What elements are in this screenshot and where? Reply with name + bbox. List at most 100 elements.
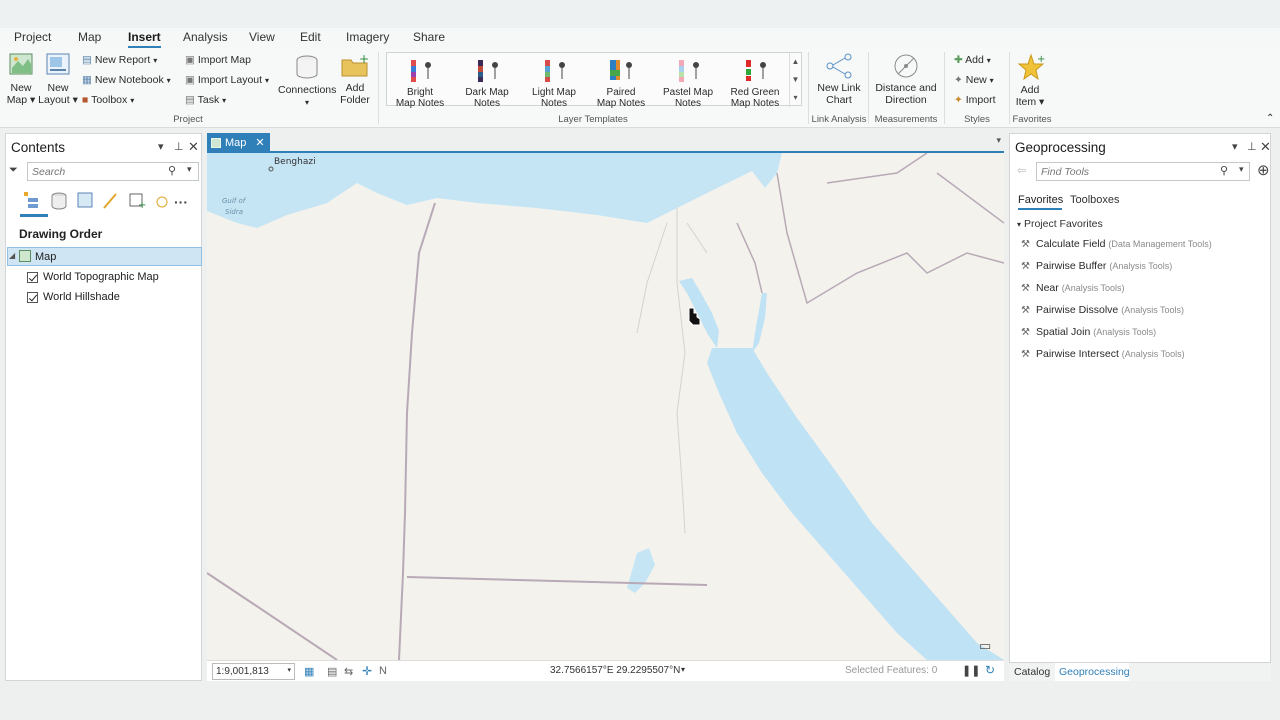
tool-item[interactable]: ⚒ Pairwise Intersect (Analysis Tools) [1021, 348, 1185, 360]
gallery-expand-icon[interactable]: ▾ [790, 89, 801, 107]
refresh-icon[interactable]: ↻ [985, 663, 995, 677]
chevron-down-icon[interactable]: ▾ [187, 164, 192, 175]
search-icon[interactable]: ⚲ [168, 164, 176, 177]
styles-new-button[interactable]: ✦ New ▾ [954, 73, 994, 88]
task-button[interactable]: ▤ Task ▾ [185, 93, 226, 108]
layer-visibility-checkbox[interactable] [27, 291, 38, 303]
map-canvas[interactable]: Benghazi Gulf of Sidra [207, 153, 1004, 660]
tab-share[interactable]: Share [413, 30, 445, 44]
search-icon[interactable]: ⚲ [1220, 164, 1228, 177]
pause-icon[interactable]: ❚❚ [962, 664, 980, 677]
favorites-tab-indicator [1018, 208, 1062, 210]
new-layout-button[interactable]: New Layout ▾ [38, 82, 78, 106]
tab-analysis[interactable]: Analysis [183, 30, 228, 44]
styles-import-button[interactable]: ✦ Import [954, 93, 996, 107]
ribbon-separator [868, 52, 869, 124]
layer-templates-group-label: Layer Templates [558, 114, 628, 125]
crosshair-icon[interactable]: ✛ [362, 664, 372, 678]
map-tab-icon [211, 138, 221, 149]
filter-icon[interactable]: ⏷ [9, 164, 18, 177]
chevron-down-icon[interactable]: ▾ [1239, 164, 1244, 175]
snapping-view-icon[interactable]: + [129, 193, 146, 211]
gallery-item-pastel[interactable]: Pastel Map Notes [657, 55, 719, 109]
hammer-icon: ⚒ [1021, 283, 1030, 294]
tab-toolboxes[interactable]: Toolboxes [1070, 194, 1120, 206]
view-menu-chevron-icon[interactable]: ▾ [996, 135, 1001, 146]
gallery-item-paired[interactable]: Paired Map Notes [590, 55, 652, 109]
scale-selector[interactable]: 1:9,001,813 ▾ [212, 663, 295, 680]
layer-item-topographic[interactable]: World Topographic Map [27, 271, 159, 283]
chevron-down-icon[interactable]: ▾ [287, 666, 291, 674]
pin-icon[interactable]: ⊥ [174, 140, 184, 153]
tab-favorites[interactable]: Favorites [1018, 194, 1063, 206]
map-view-tab[interactable]: Map ✕ [207, 133, 270, 151]
navigate-icon[interactable]: ⇆ [344, 665, 353, 678]
layer-item-hillshade[interactable]: World Hillshade [27, 291, 120, 303]
gallery-item-red-green[interactable]: Red Green Map Notes [724, 55, 786, 109]
new-map-button[interactable]: New Map ▾ [2, 82, 40, 106]
tab-edit[interactable]: Edit [300, 30, 321, 44]
tool-item[interactable]: ⚒ Near (Analysis Tools) [1021, 282, 1125, 294]
import-map-button[interactable]: ▣ Import Map [185, 53, 251, 67]
tool-item[interactable]: ⚒ Pairwise Dissolve (Analysis Tools) [1021, 304, 1184, 316]
distance-direction-button[interactable]: Distance and Direction [872, 82, 940, 106]
find-tools-input[interactable]: Find Tools [1036, 162, 1250, 181]
gallery-scroll[interactable]: ▲ ▼ ▾ [789, 53, 801, 107]
back-arrow-icon[interactable]: ⇦ [1017, 164, 1026, 177]
active-view-indicator [20, 214, 48, 217]
add-tool-icon[interactable]: ⊕ [1257, 161, 1270, 179]
gallery-item-bright[interactable]: Bright Map Notes [389, 55, 451, 109]
tool-item[interactable]: ⚒ Pairwise Buffer (Analysis Tools) [1021, 260, 1172, 272]
grid-snap-icon[interactable]: ▦ [304, 665, 314, 678]
new-notebook-button[interactable]: ▦ New Notebook ▾ [82, 73, 171, 88]
labeling-view-icon[interactable] [156, 196, 168, 208]
close-icon[interactable]: ✕ [188, 139, 199, 155]
toolbox-button[interactable]: ■ Toolbox ▾ [82, 93, 134, 108]
close-icon[interactable]: ✕ [1260, 139, 1271, 155]
styles-add-button[interactable]: ✚ Add ▾ [954, 53, 991, 68]
explore-icon[interactable]: ▭ [979, 638, 991, 654]
collapse-icon: ▾ [1017, 220, 1022, 229]
north-arrow-icon[interactable]: N [379, 665, 387, 677]
hammer-icon: ⚒ [1021, 327, 1030, 338]
gallery-item-light[interactable]: Light Map Notes [523, 55, 585, 109]
project-favorites-section[interactable]: ▾ Project Favorites [1017, 218, 1103, 230]
pane-options-icon[interactable]: ▾ [1232, 140, 1238, 153]
pin-icon[interactable]: ⊥ [1247, 140, 1257, 153]
tab-insert[interactable]: Insert [128, 30, 161, 49]
add-item-button[interactable]: Add Item ▾ [1010, 84, 1050, 108]
new-link-chart-button[interactable]: New Link Chart [812, 82, 866, 106]
gallery-down-icon[interactable]: ▼ [790, 71, 801, 89]
drawing-order-icon[interactable] [24, 192, 38, 208]
tab-project[interactable]: Project [14, 30, 51, 44]
expand-icon[interactable]: ◢ [9, 251, 15, 260]
chevron-down-icon[interactable]: ▾ [681, 665, 685, 674]
data-source-icon[interactable] [51, 192, 67, 210]
gallery-up-icon[interactable]: ▲ [790, 53, 801, 71]
add-folder-button[interactable]: Add Folder [336, 82, 374, 106]
table-icon[interactable]: ▤ [327, 665, 337, 678]
tab-imagery[interactable]: Imagery [346, 30, 389, 44]
tab-map[interactable]: Map [78, 30, 101, 44]
favorites-group-label: Favorites [1012, 114, 1052, 125]
collapse-ribbon-icon[interactable]: ⌃ [1266, 112, 1274, 126]
more-options-icon[interactable]: ··· [174, 194, 188, 210]
tab-geoprocessing[interactable]: Geoprocessing [1055, 663, 1130, 681]
contents-pane: Contents ▾ ⊥ ✕ ⏷ Search ⚲ ▾ + ··· Drawin… [5, 133, 202, 681]
close-map-tab-icon[interactable]: ✕ [255, 137, 264, 149]
title-bar-strip [0, 0, 1280, 28]
import-layout-button[interactable]: ▣ Import Layout ▾ [185, 73, 269, 88]
tab-catalog[interactable]: Catalog [1014, 666, 1050, 678]
pane-options-icon[interactable]: ▾ [158, 140, 164, 153]
tool-item[interactable]: ⚒ Spatial Join (Analysis Tools) [1021, 326, 1156, 338]
gallery-item-dark[interactable]: Dark Map Notes [456, 55, 518, 109]
database-icon [294, 54, 320, 85]
report-icon: ▤ [82, 54, 92, 66]
tab-view[interactable]: View [249, 30, 275, 44]
connections-button[interactable]: Connections ▾ [278, 84, 336, 109]
layer-visibility-checkbox[interactable] [27, 271, 38, 283]
edit-view-icon[interactable] [103, 193, 117, 209]
tool-item[interactable]: ⚒ Calculate Field (Data Management Tools) [1021, 238, 1212, 250]
selection-view-icon[interactable] [77, 192, 93, 208]
new-report-button[interactable]: ▤ New Report ▾ [82, 53, 157, 68]
